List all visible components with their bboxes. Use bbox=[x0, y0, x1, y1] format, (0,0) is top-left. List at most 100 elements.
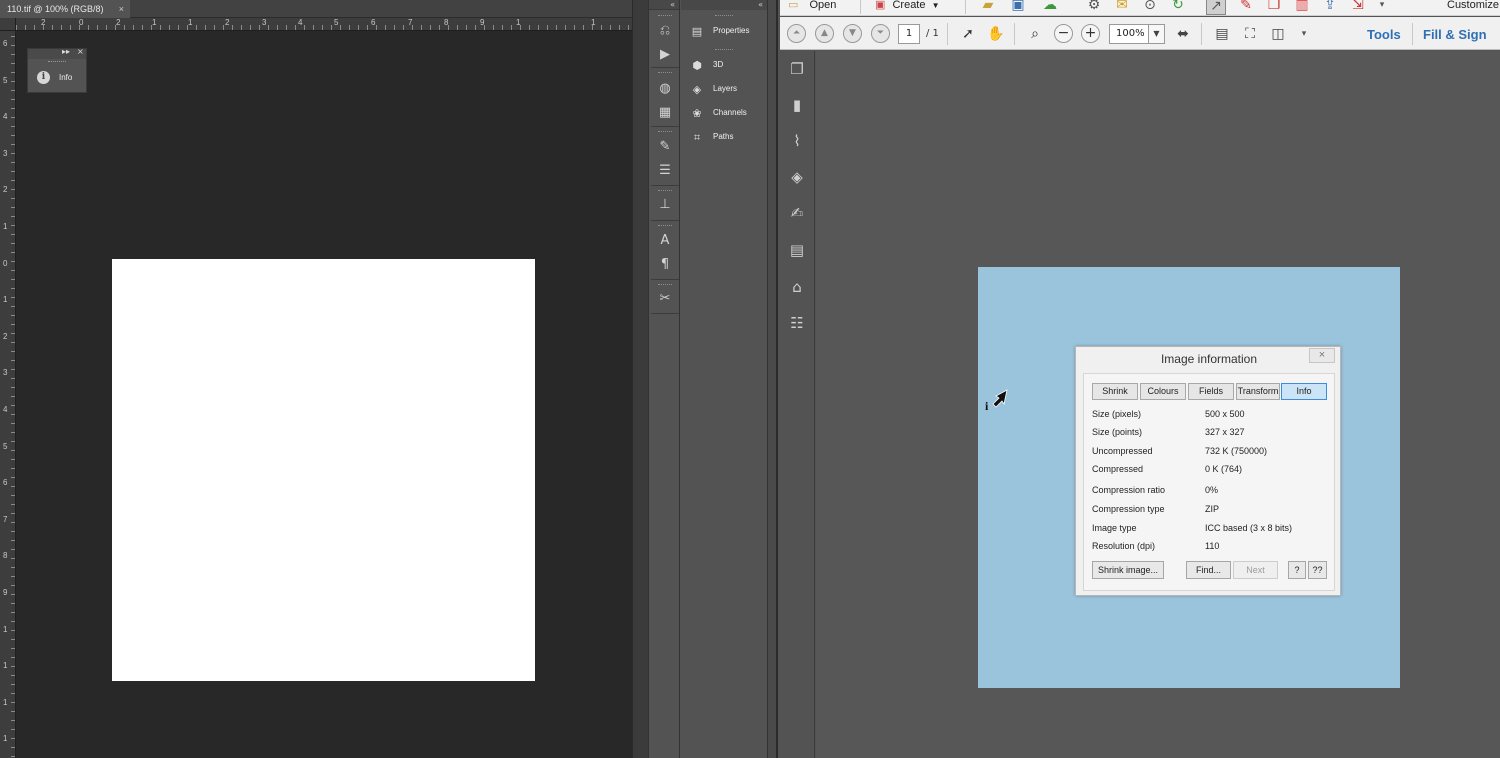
brushes-icon[interactable]: ✎ bbox=[655, 138, 675, 156]
comment-icon[interactable]: ✉ bbox=[1112, 0, 1132, 15]
tag-icon[interactable]: ⌂ bbox=[787, 277, 807, 297]
page-number-input[interactable]: 1 bbox=[898, 24, 920, 44]
grip-handle[interactable] bbox=[658, 225, 672, 226]
page-thumbnails-icon[interactable]: ❐ bbox=[787, 59, 807, 79]
layers-icon[interactable]: ◈ bbox=[787, 167, 807, 187]
signature-icon[interactable]: ✍ bbox=[787, 203, 807, 223]
tool-presets-icon[interactable]: ✂ bbox=[655, 290, 675, 308]
grip-handle[interactable] bbox=[658, 131, 672, 132]
info-icon[interactable]: i bbox=[37, 71, 50, 84]
grip-handle[interactable] bbox=[658, 190, 672, 191]
ps-ruler-horizontal[interactable]: 2 0 2 1 1 2 3 4 5 6 7 8 9 1 1 bbox=[16, 18, 632, 31]
two-page-icon[interactable]: ◫ bbox=[1268, 24, 1288, 44]
chevron-down-icon[interactable]: ▼ bbox=[1148, 24, 1165, 44]
tab-info[interactable]: Info bbox=[1281, 383, 1327, 400]
info-row-value: 0% bbox=[1205, 485, 1219, 495]
ruler-corner[interactable] bbox=[0, 18, 16, 31]
ruler-label: 8 bbox=[444, 18, 449, 27]
collapse-icon[interactable]: ▸▸ bbox=[62, 47, 70, 56]
tab-fields[interactable]: Fields bbox=[1188, 383, 1234, 400]
panel-label: Paths bbox=[713, 132, 734, 141]
actions-play-icon[interactable]: ▶ bbox=[655, 46, 675, 64]
tools-link[interactable]: Tools bbox=[1367, 27, 1401, 42]
ps-ruler-vertical[interactable]: 6 5 4 3 2 1 0 1 2 3 4 5 6 7 8 9 1 1 1 1 bbox=[0, 18, 16, 758]
find-button[interactable]: Find... bbox=[1186, 561, 1231, 579]
grip-handle[interactable] bbox=[658, 284, 672, 285]
zoom-out-icon[interactable]: − bbox=[1054, 24, 1073, 43]
chevron-down-icon[interactable]: ▾ bbox=[1294, 24, 1314, 44]
tab-colours[interactable]: Colours bbox=[1140, 383, 1186, 400]
open-folder-icon[interactable]: ▰ bbox=[978, 0, 998, 15]
open-button[interactable]: ▭ Open bbox=[788, 0, 836, 16]
collapse-icon[interactable]: « bbox=[681, 0, 767, 10]
color-bars-icon[interactable]: ▥ bbox=[1292, 0, 1312, 15]
gear-icon[interactable]: ⚙ bbox=[1084, 0, 1104, 15]
help-more-button[interactable]: ?? bbox=[1308, 561, 1327, 579]
tab-shrink[interactable]: Shrink bbox=[1092, 383, 1138, 400]
paragraph-icon[interactable]: ¶ bbox=[655, 256, 675, 274]
order-icon[interactable]: ☷ bbox=[787, 313, 807, 333]
hand-icon[interactable]: ✋ bbox=[986, 24, 1006, 44]
marquee-zoom-icon[interactable]: ⌕ bbox=[1025, 24, 1045, 44]
paperclip-icon[interactable]: ⌇ bbox=[787, 131, 807, 151]
first-page-icon[interactable]: ⏶ bbox=[787, 24, 806, 43]
pages-icon[interactable]: ❐ bbox=[1264, 0, 1284, 15]
grip-handle[interactable] bbox=[658, 72, 672, 73]
info-panel-label[interactable]: Info bbox=[59, 73, 72, 82]
create-button[interactable]: ▣ Create ▼ bbox=[875, 0, 939, 16]
divider bbox=[1412, 23, 1413, 45]
ps-document-tab[interactable]: 110.tif @ 100% (RGB/8) × bbox=[0, 0, 130, 18]
tab-transform[interactable]: Transform bbox=[1236, 383, 1280, 400]
brush-presets-icon[interactable]: ☰ bbox=[655, 162, 675, 180]
review-icon[interactable]: ⊙ bbox=[1140, 0, 1160, 15]
extract-icon[interactable]: ⇲ bbox=[1348, 0, 1368, 15]
ps-info-floating-panel[interactable]: ▸▸ × i Info bbox=[27, 47, 87, 93]
zoom-in-icon[interactable]: + bbox=[1081, 24, 1100, 43]
help-button[interactable]: ? bbox=[1288, 561, 1306, 579]
history-icon[interactable]: ⎌ bbox=[655, 22, 675, 40]
color-wheel-icon[interactable]: ◍ bbox=[655, 80, 675, 98]
next-button[interactable]: Next bbox=[1233, 561, 1278, 579]
character-icon[interactable]: A bbox=[655, 232, 675, 250]
fit-page-icon[interactable]: ▤ bbox=[1212, 24, 1232, 44]
fill-sign-link[interactable]: Fill & Sign bbox=[1423, 27, 1487, 42]
panel-channels[interactable]: ❀ Channels bbox=[681, 103, 766, 125]
ps-vertical-scrollbar[interactable] bbox=[632, 0, 648, 758]
ruler-ticks bbox=[11, 18, 15, 758]
grip-handle[interactable] bbox=[48, 61, 66, 63]
prev-page-icon[interactable]: ▲ bbox=[815, 24, 834, 43]
clone-source-icon[interactable]: ⊥ bbox=[655, 196, 675, 214]
panel-properties[interactable]: ▤ Properties bbox=[681, 21, 766, 43]
panel-layers[interactable]: ◈ Layers bbox=[681, 79, 766, 101]
shrink-image-button[interactable]: Shrink image... bbox=[1092, 561, 1164, 579]
chevron-down-icon[interactable]: ▾ bbox=[1372, 0, 1392, 15]
close-icon[interactable]: × bbox=[77, 47, 84, 56]
export-icon[interactable]: ⇪ bbox=[1320, 0, 1340, 15]
next-page-icon[interactable]: ▼ bbox=[843, 24, 862, 43]
zoom-input[interactable]: 100% bbox=[1109, 24, 1149, 44]
customize-button[interactable]: Customize bbox=[1447, 0, 1499, 16]
cloud-upload-icon[interactable]: ☁ bbox=[1040, 0, 1060, 15]
swatches-icon[interactable]: ▦ bbox=[655, 104, 675, 122]
close-button[interactable]: × bbox=[1309, 348, 1335, 363]
save-icon[interactable]: ▣ bbox=[1008, 0, 1028, 15]
grip-handle[interactable] bbox=[715, 15, 733, 16]
grip-handle[interactable] bbox=[658, 15, 672, 16]
close-icon[interactable]: × bbox=[119, 0, 124, 18]
touchup-object-icon[interactable]: ↗ bbox=[1206, 0, 1226, 15]
full-screen-icon[interactable]: ⛶ bbox=[1240, 24, 1260, 44]
panel-3d[interactable]: ⬢ 3D bbox=[681, 55, 766, 77]
fit-width-icon[interactable]: ⬌ bbox=[1173, 24, 1193, 44]
bookmark-icon[interactable]: ▮ bbox=[787, 95, 807, 115]
refresh-icon[interactable]: ↻ bbox=[1168, 0, 1188, 15]
last-page-icon[interactable]: ⏷ bbox=[871, 24, 890, 43]
panel-label: Channels bbox=[713, 108, 747, 117]
ps-document-canvas[interactable] bbox=[112, 259, 535, 681]
floating-panel-header[interactable]: ▸▸ × bbox=[28, 47, 86, 59]
content-icon[interactable]: ▤ bbox=[787, 240, 807, 260]
edit-text-icon[interactable]: ✎ bbox=[1236, 0, 1256, 15]
panel-paths[interactable]: ⌗ Paths bbox=[681, 127, 766, 149]
collapse-icon[interactable]: « bbox=[649, 0, 679, 10]
select-cursor-icon[interactable]: ➚ bbox=[958, 24, 978, 44]
grip-handle[interactable] bbox=[715, 49, 733, 50]
